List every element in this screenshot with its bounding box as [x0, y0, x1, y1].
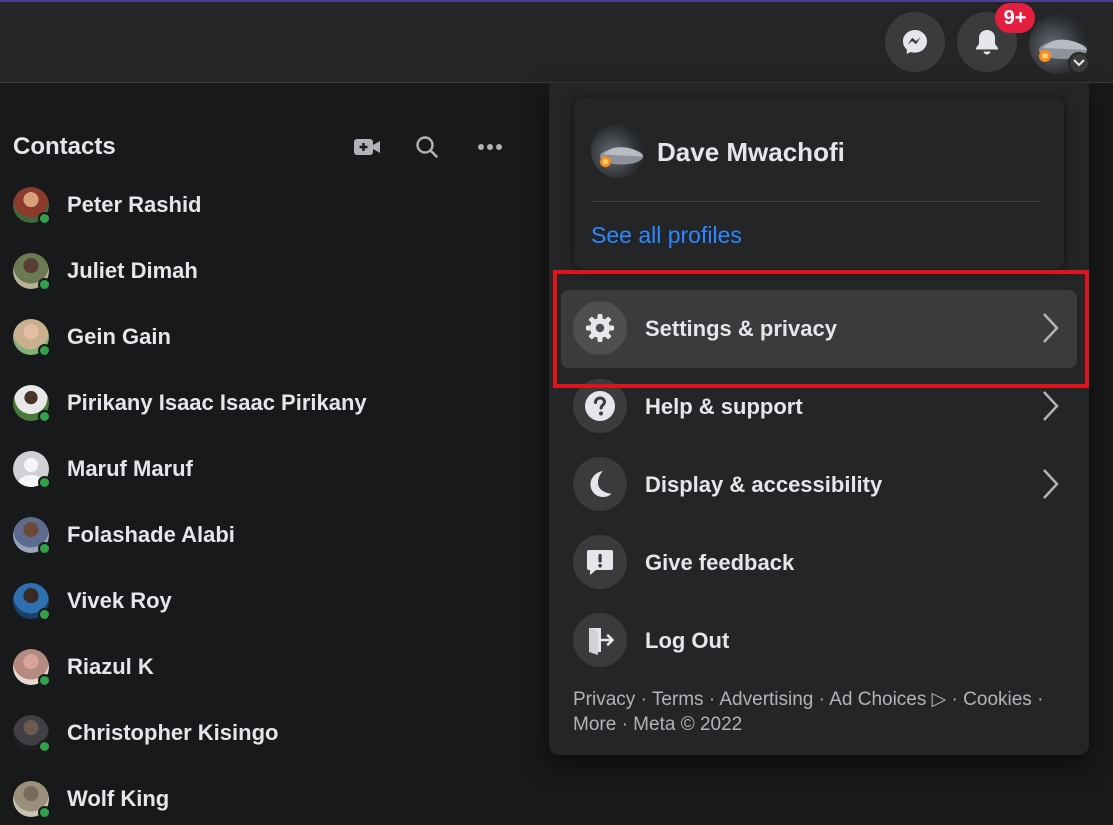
menu-item-label: Give feedback [645, 550, 795, 575]
contact-name: Maruf Maruf [67, 456, 193, 481]
online-status-dot [38, 674, 51, 687]
notifications-badge: 9+ [995, 3, 1035, 33]
car-avatar-image [600, 147, 644, 168]
feedback-icon [587, 550, 613, 575]
online-status-dot [38, 740, 51, 753]
new-room-button[interactable] [352, 132, 382, 162]
contact-name: Juliet Dimah [67, 258, 198, 283]
bell-icon [976, 30, 998, 55]
question-icon [585, 391, 615, 421]
chevron-down-icon [1073, 59, 1085, 67]
online-status-dot [38, 344, 51, 357]
contact-item[interactable]: Maruf Maruf [13, 451, 533, 491]
messenger-icon [903, 30, 927, 54]
search-contacts-button[interactable] [412, 132, 442, 162]
online-status-dot [38, 542, 51, 555]
contact-name: Wolf King [67, 786, 170, 811]
contact-name: Riazul K [67, 654, 154, 679]
contact-name: Pirikany Isaac Isaac Pirikany [67, 390, 367, 415]
menu-item-display-accessibility[interactable]: Display & accessibility [561, 446, 1077, 524]
online-status-dot [38, 608, 51, 621]
menu-item-label: Help & support [645, 394, 803, 419]
contact-name: Peter Rashid [67, 192, 202, 217]
contact-name: Gein Gain [67, 324, 171, 349]
contact-item[interactable]: Vivek Roy [13, 583, 533, 623]
contact-item[interactable]: Gein Gain [13, 319, 533, 359]
profile-card: Dave Mwachofi See all profiles [574, 97, 1064, 269]
profile-divider [591, 201, 1041, 202]
menu-item-log-out[interactable]: Log Out [561, 602, 1077, 680]
contact-name: Vivek Roy [67, 588, 172, 613]
online-status-dot [38, 476, 51, 489]
contacts-options-button[interactable] [475, 132, 505, 162]
menu-item-give-feedback[interactable]: Give feedback [561, 524, 1077, 602]
footer-links-line-2[interactable]: More · Meta © 2022 [573, 712, 1053, 737]
footer-links-line-1[interactable]: Privacy · Terms · Advertising · Ad Choic… [573, 687, 1053, 712]
contact-item[interactable]: Peter Rashid [13, 187, 533, 227]
profile-avatar[interactable] [591, 124, 645, 178]
more-options-icon [478, 144, 502, 150]
logout-icon [589, 628, 614, 655]
menu-item-label: Display & accessibility [645, 472, 883, 497]
contact-item[interactable]: Riazul K [13, 649, 533, 689]
feedback-icon-wrapper [573, 535, 627, 589]
contact-name: Folashade Alabi [67, 522, 235, 547]
chevron-right-icon [1043, 469, 1059, 499]
menu-item-label: Log Out [645, 628, 730, 653]
contact-item[interactable]: Pirikany Isaac Isaac Pirikany [13, 385, 533, 425]
chevron-right-icon [1043, 391, 1059, 421]
account-dropdown-menu: Dave Mwachofi See all profiles Settings … [549, 83, 1089, 755]
contact-item[interactable]: Juliet Dimah [13, 253, 533, 293]
online-status-dot [38, 278, 51, 291]
messenger-button[interactable] [885, 12, 945, 72]
account-menu-chevron[interactable] [1068, 52, 1090, 74]
top-navigation-bar [0, 0, 1113, 83]
online-status-dot [38, 806, 51, 819]
contact-name: Christopher Kisingo [67, 720, 279, 745]
contact-item[interactable]: Christopher Kisingo [13, 715, 533, 755]
search-icon [416, 136, 438, 158]
contact-item[interactable]: Wolf King [13, 781, 533, 821]
contacts-header: Contacts [13, 130, 513, 166]
online-status-dot [38, 410, 51, 423]
online-status-dot [38, 212, 51, 225]
moon-icon-wrapper [573, 457, 627, 511]
logout-icon-wrapper [573, 613, 627, 667]
moon-icon [590, 471, 612, 497]
contact-item[interactable]: Folashade Alabi [13, 517, 533, 557]
contacts-title: Contacts [13, 133, 116, 160]
see-all-profiles-link[interactable]: See all profiles [591, 222, 742, 249]
profile-name[interactable]: Dave Mwachofi [657, 137, 845, 168]
footer-links: Privacy · Terms · Advertising · Ad Choic… [573, 687, 1053, 737]
video-plus-icon [354, 139, 380, 155]
highlight-annotation-box [553, 270, 1089, 388]
